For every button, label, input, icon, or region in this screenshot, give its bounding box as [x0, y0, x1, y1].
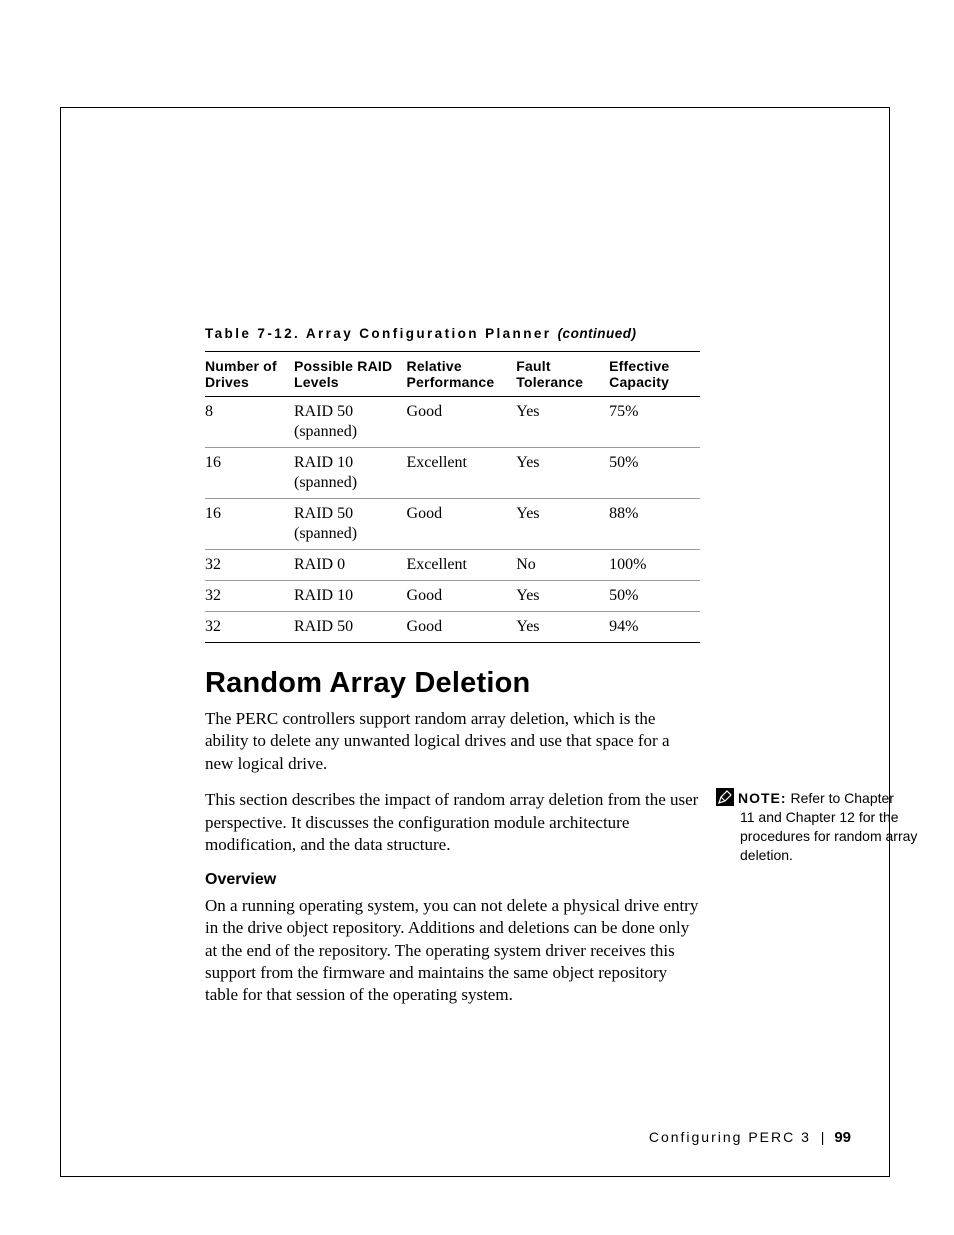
cell-cap: 94%	[609, 612, 700, 643]
config-planner-table: Number of Drives Possible RAID Levels Re…	[205, 351, 700, 643]
page-frame: Table 7-12. Array Configuration Planner …	[60, 107, 890, 1177]
page-content: Table 7-12. Array Configuration Planner …	[205, 326, 950, 1021]
page-footer: Configuring PERC 3 | 99	[649, 1129, 851, 1146]
footer-page-number: 99	[834, 1129, 851, 1146]
cell-drives: 8	[205, 397, 294, 448]
caption-prefix: Table 7-12. Array Configuration Planner	[205, 326, 558, 341]
note-label: NOTE:	[738, 790, 787, 806]
subsection-heading: Overview	[205, 871, 950, 889]
cell-drives: 32	[205, 550, 294, 581]
cell-levels: RAID 50	[294, 612, 407, 643]
section-heading: Random Array Deletion	[205, 667, 950, 700]
body-paragraph: On a running operating system, you can n…	[205, 895, 700, 1007]
th-drives: Number of Drives	[205, 352, 294, 397]
cell-cap: 100%	[609, 550, 700, 581]
cell-cap: 75%	[609, 397, 700, 448]
body-paragraph: This section describes the impact of ran…	[205, 789, 700, 856]
cell-perf: Good	[407, 397, 517, 448]
table-row: 32 RAID 10 Good Yes 50%	[205, 581, 700, 612]
cell-fault: Yes	[516, 397, 609, 448]
cell-drives: 32	[205, 581, 294, 612]
cell-fault: Yes	[516, 499, 609, 550]
cell-fault: Yes	[516, 612, 609, 643]
cell-fault: Yes	[516, 581, 609, 612]
th-fault: Fault Tolerance	[516, 352, 609, 397]
cell-perf: Excellent	[407, 448, 517, 499]
footer-divider: |	[821, 1129, 825, 1145]
cell-fault: Yes	[516, 448, 609, 499]
footer-section: Configuring PERC 3	[649, 1129, 811, 1145]
th-cap: Effective Capacity	[609, 352, 700, 397]
cell-levels: RAID 50 (spanned)	[294, 397, 407, 448]
table-header-row: Number of Drives Possible RAID Levels Re…	[205, 352, 700, 397]
th-perf: Relative Performance	[407, 352, 517, 397]
note-text-first: Refer to Chapter	[787, 790, 894, 806]
table-row: 8 RAID 50 (spanned) Good Yes 75%	[205, 397, 700, 448]
margin-note: NOTE: Refer to Chapter 11 and Chapter 12…	[716, 788, 946, 865]
cell-cap: 88%	[609, 499, 700, 550]
cell-perf: Good	[407, 581, 517, 612]
cell-perf: Good	[407, 612, 517, 643]
cell-drives: 16	[205, 448, 294, 499]
cell-fault: No	[516, 550, 609, 581]
cell-drives: 32	[205, 612, 294, 643]
table-row: 32 RAID 50 Good Yes 94%	[205, 612, 700, 643]
cell-drives: 16	[205, 499, 294, 550]
table-row: 16 RAID 10 (spanned) Excellent Yes 50%	[205, 448, 700, 499]
cell-levels: RAID 10	[294, 581, 407, 612]
note-pencil-icon	[716, 788, 734, 806]
caption-suffix: (continued)	[558, 326, 637, 341]
table-caption: Table 7-12. Array Configuration Planner …	[205, 326, 950, 341]
cell-cap: 50%	[609, 581, 700, 612]
cell-perf: Excellent	[407, 550, 517, 581]
table-row: 32 RAID 0 Excellent No 100%	[205, 550, 700, 581]
cell-perf: Good	[407, 499, 517, 550]
cell-levels: RAID 50 (spanned)	[294, 499, 407, 550]
th-levels: Possible RAID Levels	[294, 352, 407, 397]
cell-cap: 50%	[609, 448, 700, 499]
body-paragraph: The PERC controllers support random arra…	[205, 708, 700, 775]
table-row: 16 RAID 50 (spanned) Good Yes 88%	[205, 499, 700, 550]
note-text-rest: 11 and Chapter 12 for the procedures for…	[740, 808, 946, 865]
cell-levels: RAID 10 (spanned)	[294, 448, 407, 499]
cell-levels: RAID 0	[294, 550, 407, 581]
